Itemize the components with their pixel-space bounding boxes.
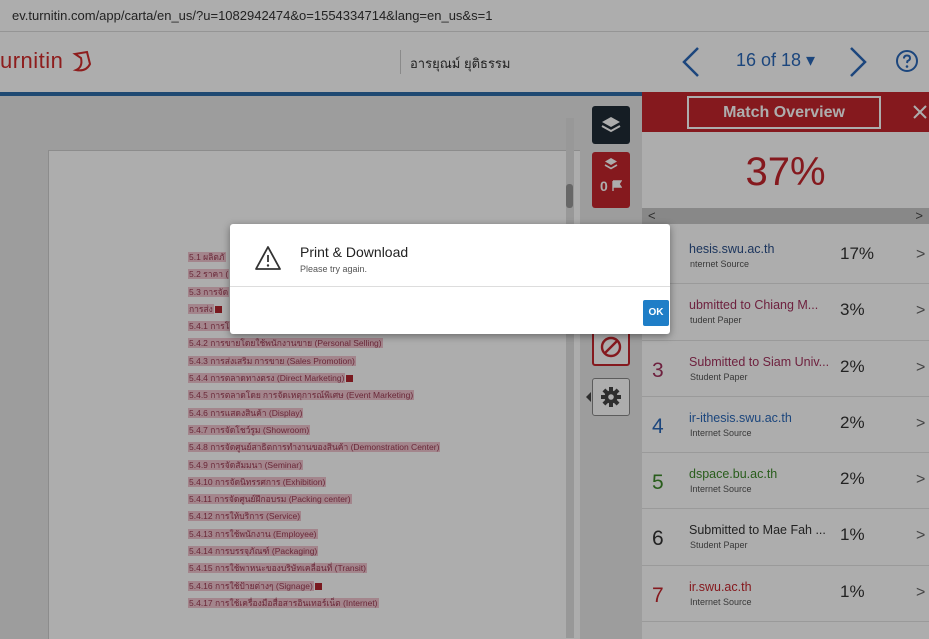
warning-icon <box>255 246 281 270</box>
turnitin-viewer: ev.turnitin.com/app/carta/en_us/?u=10829… <box>0 0 929 639</box>
dialog-divider <box>230 286 670 287</box>
dialog-message: Please try again. <box>300 264 368 274</box>
dialog-title: Print & Download <box>300 244 409 260</box>
print-download-dialog: Print & Download Please try again. OK <box>230 224 670 334</box>
ok-button[interactable]: OK <box>643 300 669 326</box>
